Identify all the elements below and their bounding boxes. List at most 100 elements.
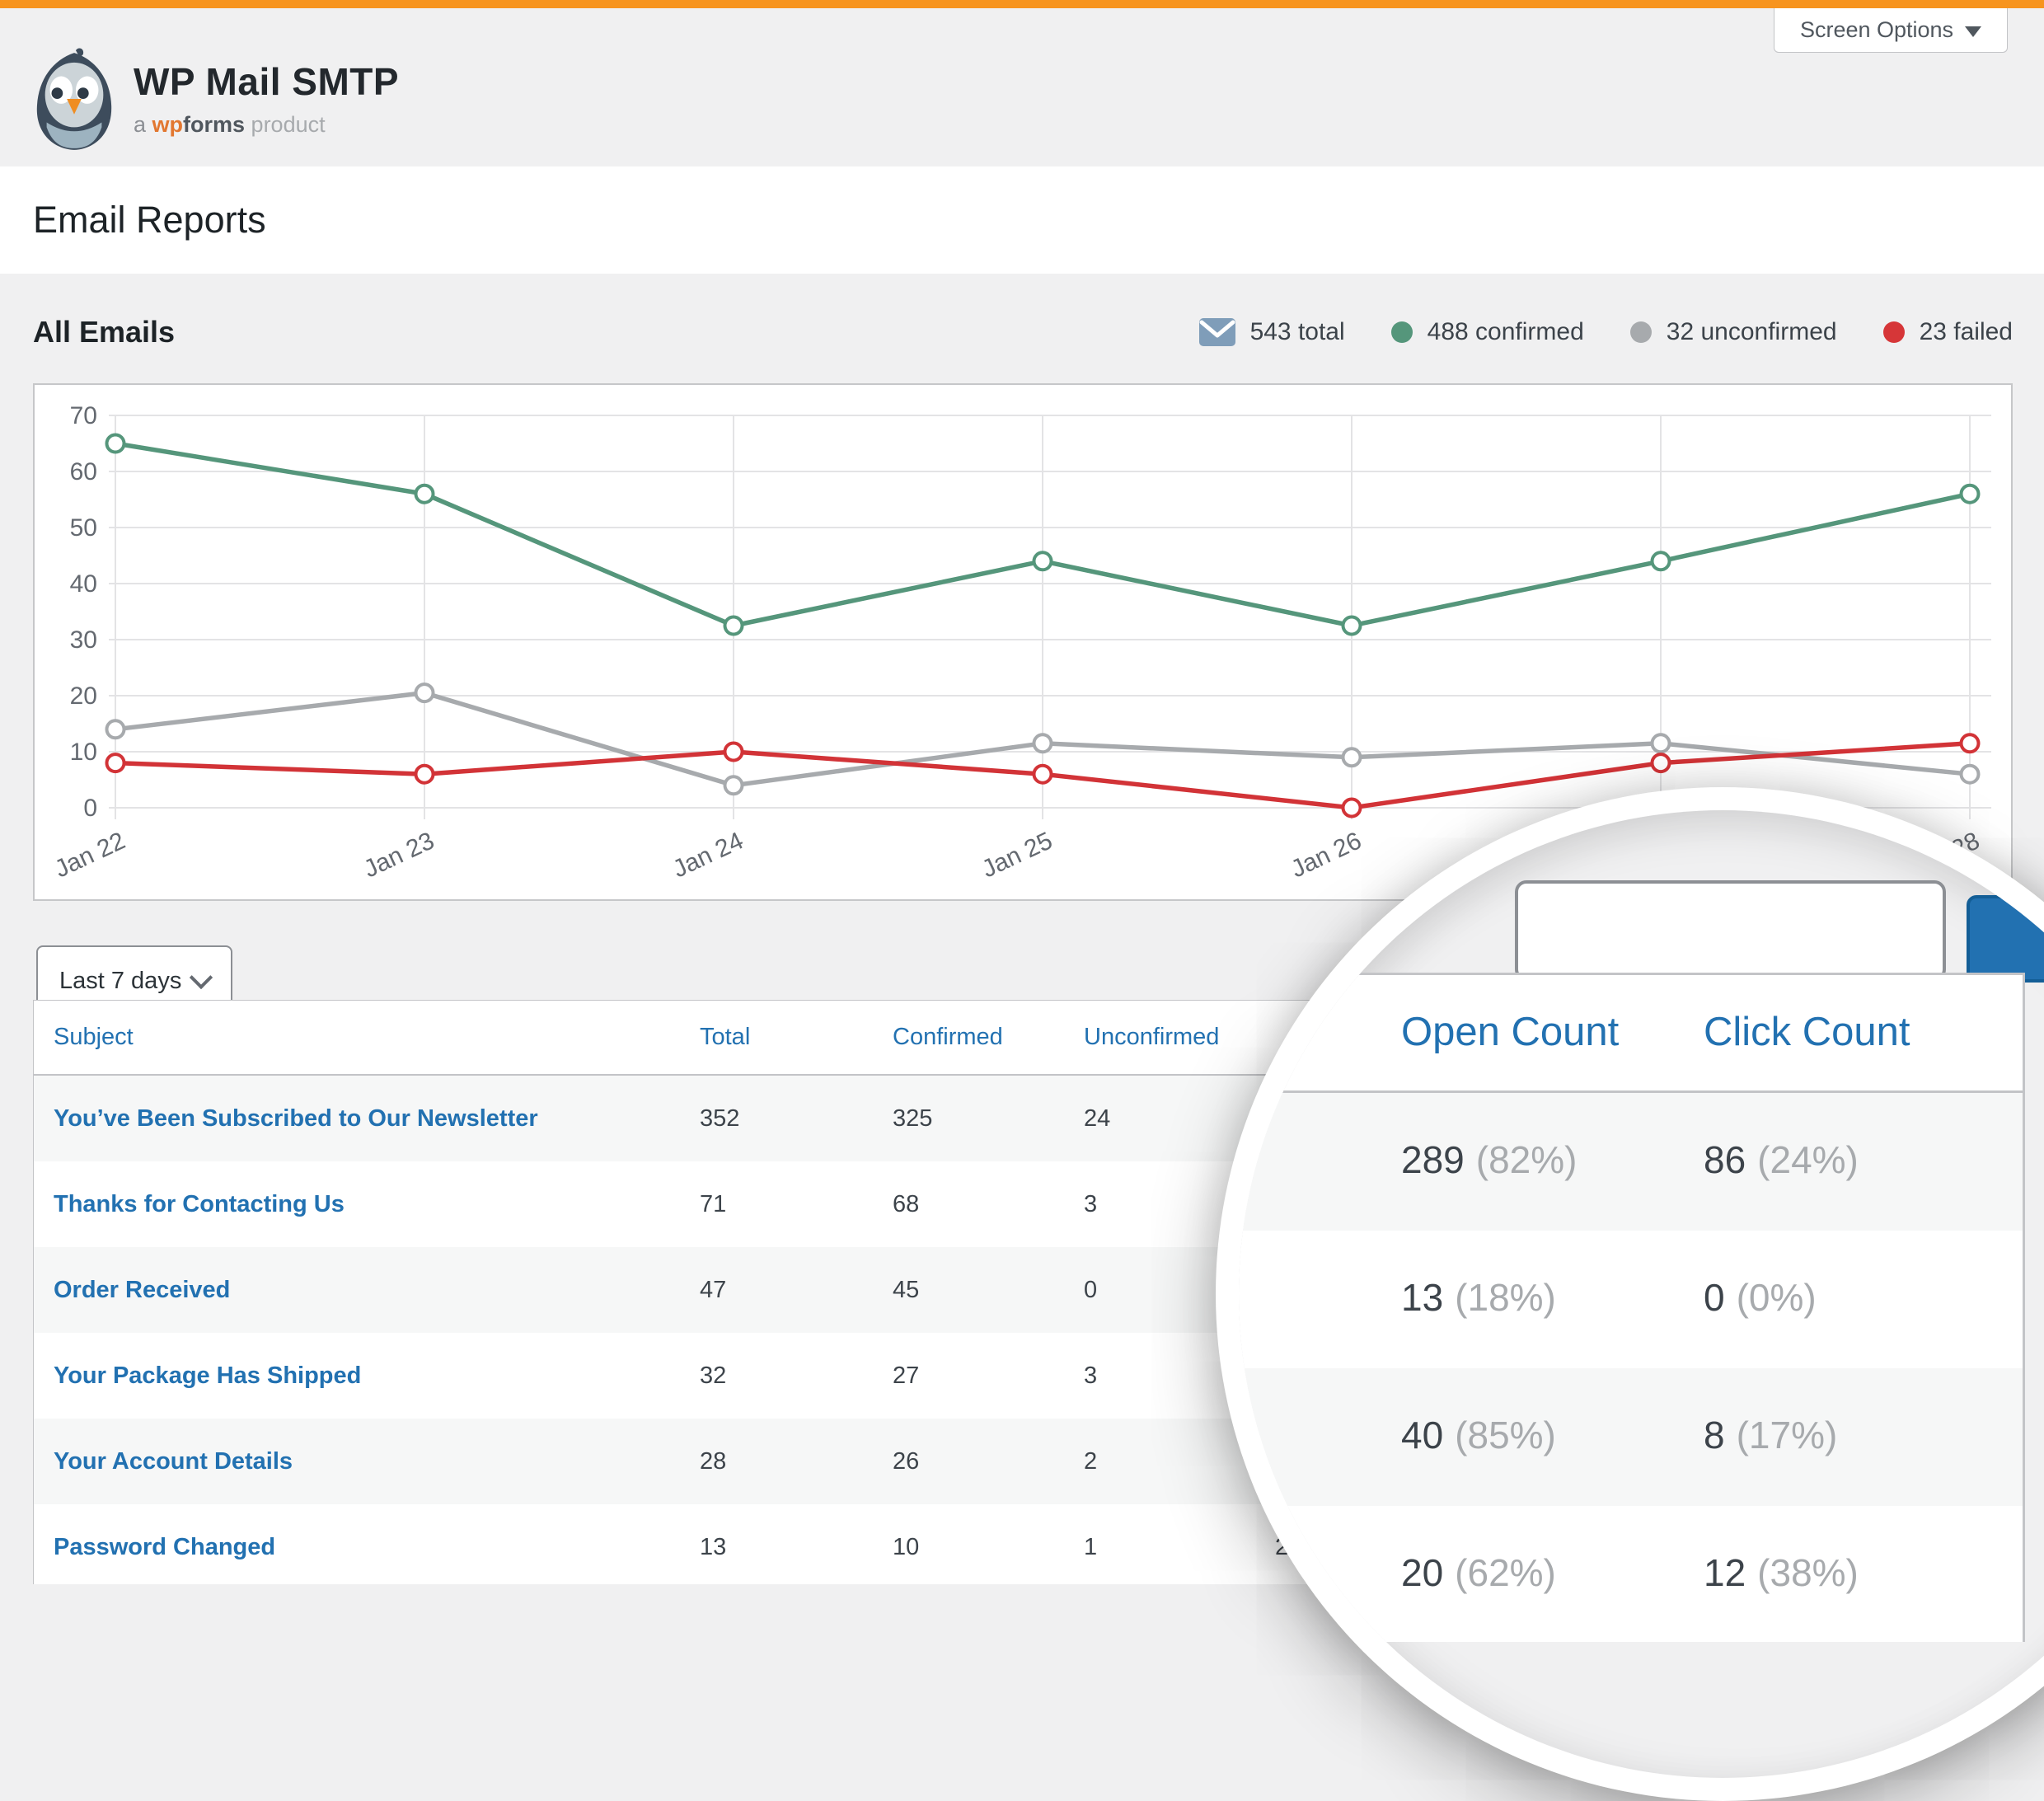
magnified-click-count-value: 86(24%) [1704,1090,1859,1228]
svg-text:40: 40 [70,570,97,598]
section-title: All Emails [33,315,175,349]
legend-label: 32 unconfirmed [1667,318,1837,346]
page-title-band: Email Reports [0,166,2044,274]
open-count-percent: (62%) [1455,1550,1556,1595]
chevron-down-icon [190,966,213,989]
svg-text:Jan 22: Jan 22 [50,827,129,883]
magnifier-lens-content: Open Count Click Count 289(82%) 86(24%) 13 (1… [1239,810,2044,1778]
legend-item: 32 unconfirmed [1630,318,1837,346]
tagline-suffix: product [245,112,326,137]
app-title: WP Mail SMTP [134,59,399,104]
chevron-down-icon [1965,26,1981,37]
tagline-prefix: a [134,112,152,137]
legend-dot-icon [1630,321,1652,343]
tagline-forms: forms [183,112,245,137]
total-value: 71 [700,1191,726,1217]
legend-label: 23 failed [1920,318,2013,346]
total-value: 47 [700,1277,726,1303]
magnified-open-count-value: 13 (18%) [1401,1228,1556,1366]
envelope-icon [1199,318,1235,346]
email-subject-link[interactable]: You’ve Been Subscribed to Our Newsletter [54,1105,538,1132]
unconfirmed-value: 24 [1084,1105,1110,1132]
total-value: 13 [700,1534,726,1560]
legend-item: 23 failed [1883,318,2013,346]
svg-text:0: 0 [83,795,97,822]
click-count-percent: (24%) [1757,1137,1859,1182]
confirmed-value: 68 [893,1191,919,1217]
magnified-open-count-value: 40 (85%) [1401,1366,1556,1503]
svg-text:10: 10 [70,739,97,766]
total-value: 28 [700,1448,726,1475]
total-value: 352 [700,1105,739,1132]
all-emails-section-header: All Emails 543 total 488 confirmed 32 unco… [33,297,2013,368]
email-subject-link[interactable]: Thanks for Contacting Us [54,1191,345,1217]
legend-dot-icon [1391,321,1413,343]
click-count-number: 0 [1704,1275,1725,1320]
total-value: 32 [700,1362,726,1389]
email-subject-link[interactable]: Your Account Details [54,1448,293,1475]
column-header-confirmed[interactable]: Confirmed [893,1024,1003,1050]
open-count-number: 289 [1401,1137,1465,1182]
search-input[interactable] [1515,880,1946,981]
screen-options-label: Screen Options [1800,17,1953,43]
legend-dot-icon [1883,321,1905,343]
svg-text:Jan 23: Jan 23 [359,827,438,883]
column-header-unconfirmed[interactable]: Unconfirmed [1084,1024,1219,1050]
top-accent-bar [0,0,2044,8]
magnified-row-stripe [1239,1368,2023,1506]
brand-block: WP Mail SMTP a wpforms product [134,59,399,138]
click-count-number: 12 [1704,1550,1746,1595]
svg-text:50: 50 [70,514,97,542]
magnified-open-count-value: 20 (62%) [1401,1503,1556,1641]
svg-text:20: 20 [70,682,97,710]
magnified-column-header-open-count[interactable]: Open Count [1401,973,1619,1090]
confirmed-value: 10 [893,1534,919,1560]
wp-mail-smtp-pigeon-logo [30,48,119,153]
unconfirmed-value: 0 [1084,1277,1097,1303]
confirmed-value: 45 [893,1277,919,1303]
magnifier-lens-overlay: Open Count Click Count 289(82%) 86(24%) 13 (1… [1216,787,2044,1801]
column-header-total[interactable]: Total [700,1024,750,1050]
open-count-number: 13 [1401,1275,1443,1320]
svg-text:30: 30 [70,626,97,654]
svg-text:70: 70 [70,402,97,429]
chart-legend: 543 total 488 confirmed 32 unconfirmed 23 f… [1199,318,2013,346]
legend-item: 543 total [1199,318,1345,346]
date-range-value: Last 7 days [59,968,181,995]
email-subject-link[interactable]: Password Changed [54,1534,275,1560]
magnified-column-header-click-count[interactable]: Click Count [1704,973,1910,1090]
magnified-click-count-value: 0(0%) [1704,1228,1817,1366]
confirmed-value: 27 [893,1362,919,1389]
plugin-header: WP Mail SMTP a wpforms product [0,8,2044,166]
unconfirmed-value: 1 [1084,1534,1097,1560]
magnified-open-count-value: 289(82%) [1401,1090,1577,1228]
confirmed-value: 325 [893,1105,932,1132]
open-count-percent: (18%) [1455,1275,1556,1320]
open-count-percent: (85%) [1455,1413,1556,1457]
legend-item: 488 confirmed [1391,318,1584,346]
unconfirmed-value: 3 [1084,1191,1097,1217]
unconfirmed-value: 3 [1084,1362,1097,1389]
magnified-click-count-value: 12(38%) [1704,1503,1859,1641]
screen-options-button[interactable]: Screen Options [1774,8,2008,53]
open-count-number: 20 [1401,1550,1443,1595]
open-count-number: 40 [1401,1413,1443,1457]
click-count-number: 86 [1704,1137,1746,1182]
magnified-click-count-value: 8 (17%) [1704,1366,1837,1503]
magnified-row-stripe [1239,1093,2023,1231]
svg-text:Jan 24: Jan 24 [668,827,748,883]
click-count-percent: (17%) [1737,1413,1838,1457]
legend-label: 543 total [1250,318,1345,346]
app-tagline: a wpforms product [134,112,399,138]
page-title: Email Reports [33,166,266,274]
tagline-wp: wp [152,112,184,137]
click-count-number: 8 [1704,1413,1725,1457]
search-button[interactable] [1967,895,2044,983]
magnified-page-area: Open Count Click Count 289(82%) 86(24%) 13 (1… [1239,810,2044,1584]
open-count-percent: (82%) [1476,1137,1578,1182]
unconfirmed-value: 2 [1084,1448,1097,1475]
email-subject-link[interactable]: Your Package Has Shipped [54,1362,361,1389]
legend-label: 488 confirmed [1428,318,1584,346]
column-header-subject[interactable]: Subject [54,1024,134,1050]
email-subject-link[interactable]: Order Received [54,1277,230,1303]
